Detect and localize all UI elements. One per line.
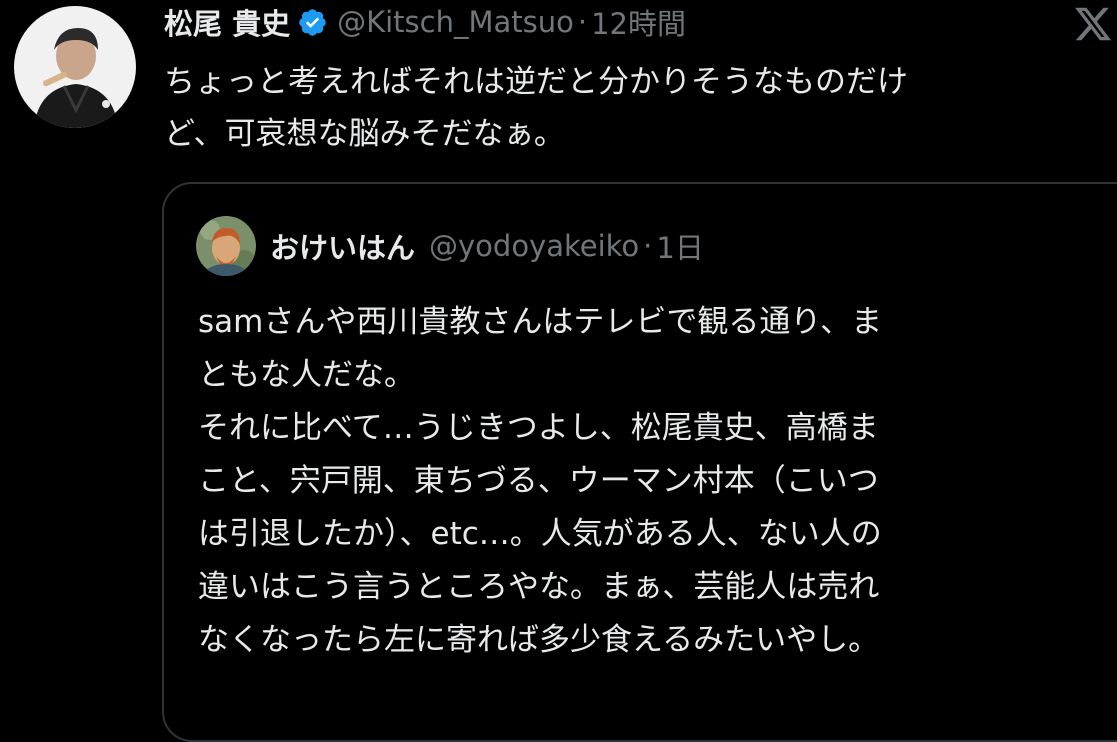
tweet-header: 松尾 貴史 @Kitsch_Matsuo · 12時間	[164, 0, 686, 44]
separator-dot: ·	[577, 5, 588, 39]
quoted-author-handle[interactable]: @yodoyakeiko	[429, 229, 639, 263]
tweet-timestamp[interactable]: 12時間	[591, 1, 686, 43]
quoted-tweet-header: おけいはん @yodoyakeiko · 1日	[270, 224, 704, 268]
verified-badge-icon	[297, 7, 328, 38]
x-logo-icon	[1073, 4, 1113, 44]
quoted-tweet-timestamp[interactable]: 1日	[656, 225, 703, 267]
quoted-tweet-text: samさんや西川貴教さんはテレビで観る通り、ま ともな人だな。 それに比べて…う…	[198, 304, 883, 658]
author-display-name[interactable]: 松尾 貴史	[164, 1, 290, 43]
author-handle[interactable]: @Kitsch_Matsuo	[337, 5, 574, 39]
separator-dot: ·	[643, 229, 653, 263]
quoted-author-avatar[interactable]	[196, 216, 256, 276]
tweet-text: ちょっと考えればそれは逆だと分かりそうなものだけ ど、可哀想な脳みそだなぁ。	[164, 64, 908, 152]
quoted-author-display-name[interactable]: おけいはん	[270, 225, 415, 267]
author-avatar[interactable]	[14, 6, 136, 128]
